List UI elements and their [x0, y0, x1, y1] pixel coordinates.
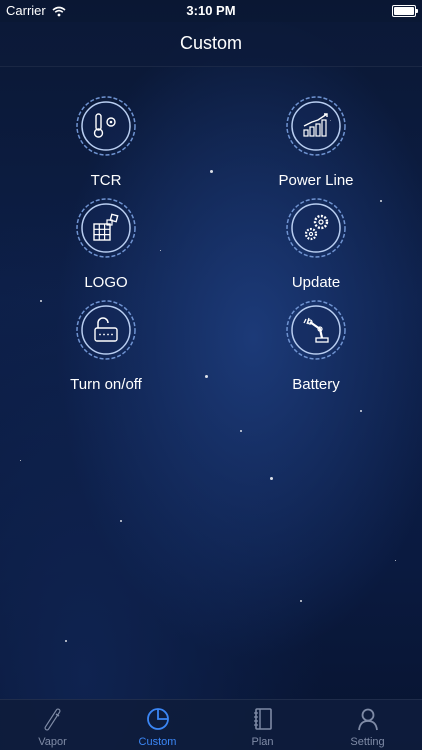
- tab-custom-label: Custom: [138, 736, 177, 748]
- tcr-tile[interactable]: TCR: [36, 94, 176, 189]
- tab-setting[interactable]: Setting: [315, 700, 420, 750]
- update-tile[interactable]: Update: [246, 196, 386, 291]
- pie-chart-icon: [105, 706, 210, 732]
- power-line-tile[interactable]: Power Line: [246, 94, 386, 189]
- update-label: Update: [291, 274, 341, 291]
- notebook-icon: [210, 706, 315, 732]
- gears-icon: [284, 196, 348, 260]
- tab-setting-label: Setting: [350, 736, 385, 748]
- vape-pen-icon: [0, 706, 105, 732]
- power-line-label: Power Line: [278, 172, 354, 189]
- tab-bar: Vapor Custom Plan Setting: [0, 699, 422, 750]
- tab-plan-label: Plan: [251, 736, 274, 748]
- status-bar: Carrier 3:10 PM: [0, 0, 422, 22]
- logo-tile[interactable]: LOGO: [36, 196, 176, 291]
- battery-status-icon: [392, 5, 418, 17]
- turn-on-off-tile[interactable]: Turn on/off: [36, 298, 176, 393]
- chart-line-icon: [284, 94, 348, 158]
- user-icon: [315, 706, 420, 732]
- status-time: 3:10 PM: [186, 3, 236, 18]
- battery-tile[interactable]: Battery: [246, 298, 386, 393]
- tab-custom[interactable]: Custom: [105, 700, 210, 750]
- navigation-bar: Custom: [0, 22, 422, 67]
- logo-label: LOGO: [84, 274, 128, 291]
- tcr-label: TCR: [90, 172, 122, 189]
- battery-label: Battery: [292, 376, 340, 393]
- grid-blocks-icon: [74, 196, 138, 260]
- thermometer-gear-icon: [74, 94, 138, 158]
- unlock-icon: [74, 298, 138, 362]
- page-title: Custom: [179, 33, 242, 53]
- robot-arm-icon: [284, 298, 348, 362]
- tab-vapor[interactable]: Vapor: [0, 700, 105, 750]
- tab-plan[interactable]: Plan: [210, 700, 315, 750]
- turn-on-off-label: Turn on/off: [70, 376, 142, 393]
- tab-vapor-label: Vapor: [38, 736, 67, 748]
